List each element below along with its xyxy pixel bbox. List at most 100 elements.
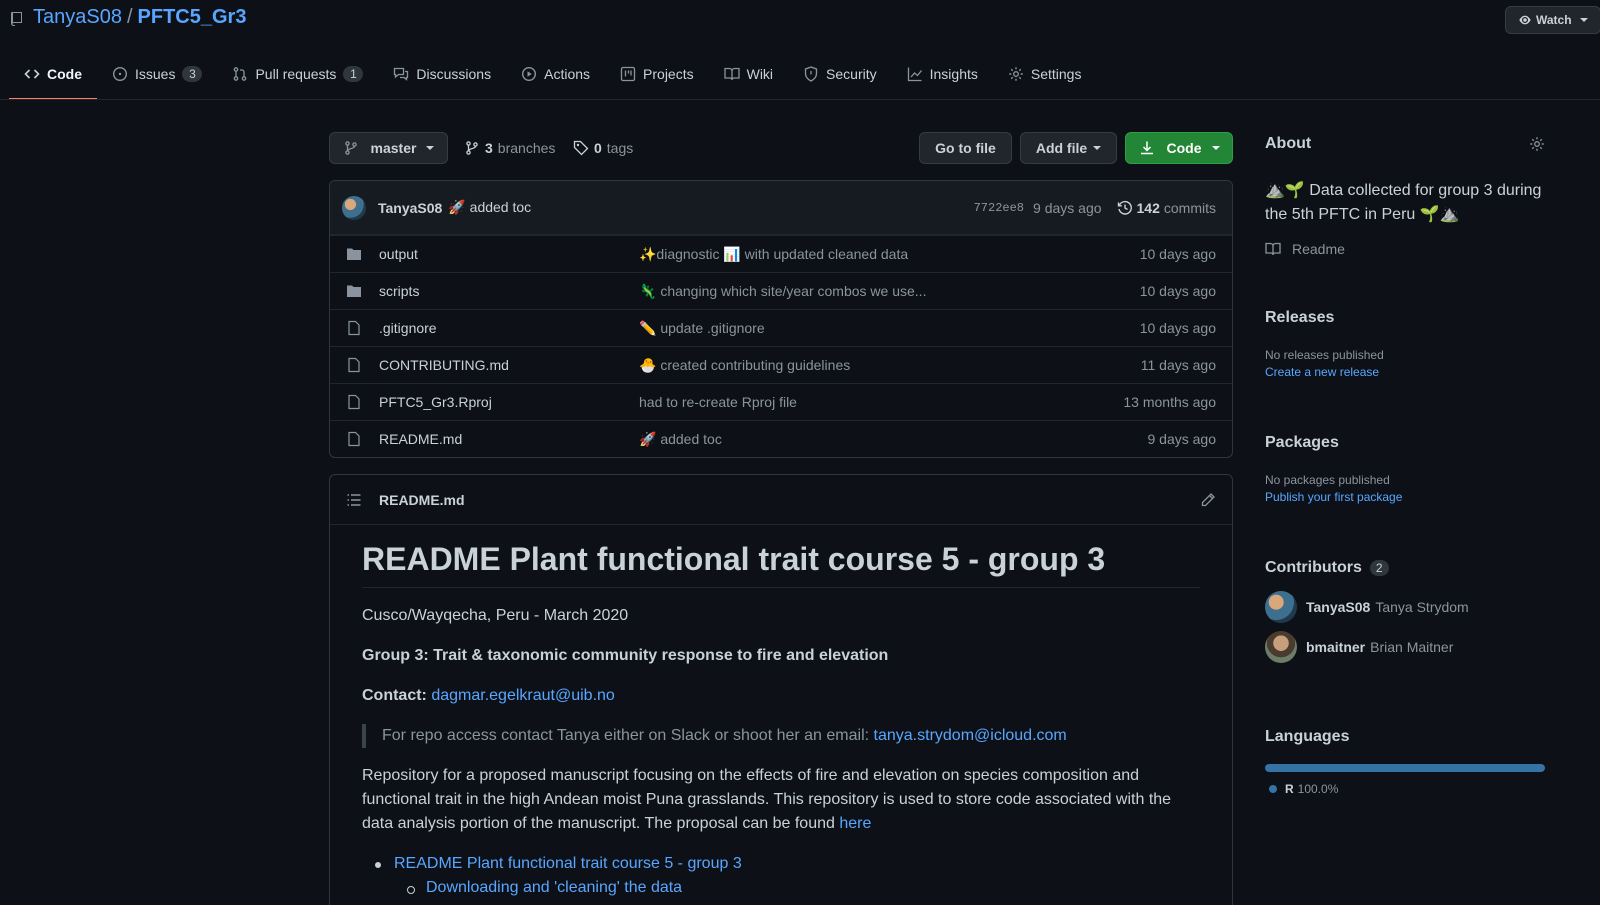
sidebar-divider bbox=[1265, 700, 1545, 701]
file-name-link[interactable]: README.md bbox=[379, 431, 639, 447]
contributor-login: TanyaS08 bbox=[1306, 599, 1371, 615]
repo-owner-link[interactable]: TanyaS08 bbox=[33, 6, 122, 28]
about-title: About bbox=[1265, 135, 1312, 152]
contributors-title[interactable]: Contributors bbox=[1265, 559, 1362, 577]
file-commit-message[interactable]: ✏️ update .gitignore bbox=[639, 320, 1066, 337]
file-commit-message[interactable]: had to re-create Rproj file bbox=[639, 394, 1066, 410]
file-icon bbox=[348, 357, 360, 373]
tab-wiki[interactable]: Wiki bbox=[709, 52, 788, 96]
contact-label: Contact: bbox=[362, 687, 427, 704]
file-name-link[interactable]: output bbox=[379, 246, 639, 262]
packages-title[interactable]: Packages bbox=[1265, 434, 1339, 452]
commit-sha-link[interactable]: 7722ee8 bbox=[974, 201, 1024, 215]
branches-label: branches bbox=[497, 140, 556, 156]
commits-label: commits bbox=[1163, 199, 1216, 216]
language-color-dot bbox=[1269, 785, 1277, 793]
issue-icon bbox=[112, 66, 128, 82]
list-item: Downloading and 'cleaning' the data bbox=[362, 876, 1200, 900]
book-icon bbox=[723, 67, 740, 81]
proposal-link[interactable]: here bbox=[839, 815, 871, 832]
contributor-item[interactable]: TanyaS08 Tanya Strydom bbox=[1265, 591, 1545, 623]
file-commit-message[interactable]: 🚀 added toc bbox=[639, 431, 1066, 448]
file-icon bbox=[348, 394, 360, 410]
pencil-icon[interactable] bbox=[1200, 492, 1216, 508]
table-row[interactable]: .gitignore ✏️ update .gitignore 10 days … bbox=[330, 309, 1232, 346]
avatar[interactable] bbox=[342, 195, 366, 220]
about-description: ⛰️🌱 Data collected for group 3 during th… bbox=[1265, 182, 1542, 223]
commit-author-link[interactable]: TanyaS08 bbox=[378, 200, 442, 216]
description-text: Repository for a proposed manuscript foc… bbox=[362, 767, 1172, 832]
tags-label: tags bbox=[606, 140, 634, 156]
toc-link[interactable]: README Plant functional trait course 5 -… bbox=[394, 855, 742, 872]
file-name-link[interactable]: PFTC5_Gr3.Rproj bbox=[379, 394, 639, 410]
tags-link[interactable]: 0 tags bbox=[573, 140, 633, 156]
eye-icon bbox=[1519, 15, 1531, 25]
list-icon[interactable] bbox=[346, 492, 362, 508]
contributors-count-badge: 2 bbox=[1369, 560, 1389, 576]
file-name-link[interactable]: CONTRIBUTING.md bbox=[379, 357, 639, 373]
watch-button[interactable]: Watch bbox=[1505, 6, 1600, 34]
repo-header: TanyaS08/PFTC5_Gr3 Watch bbox=[0, 0, 1600, 40]
tab-label: Wiki bbox=[746, 66, 774, 82]
readme-content: README Plant functional trait course 5 -… bbox=[330, 525, 1232, 905]
file-age: 11 days ago bbox=[1140, 357, 1216, 373]
commits-history-link[interactable]: 142 commits bbox=[1117, 200, 1216, 216]
gear-icon[interactable] bbox=[1529, 136, 1545, 152]
file-commit-message[interactable]: 🦎 changing which site/year combos we use… bbox=[639, 283, 1066, 300]
branch-select-button[interactable]: master bbox=[329, 132, 448, 164]
repo-icon bbox=[11, 12, 22, 26]
sidebar-divider bbox=[1265, 531, 1545, 532]
avatar[interactable] bbox=[1265, 591, 1297, 623]
toc-link[interactable]: Downloading and 'cleaning' the data bbox=[426, 879, 682, 896]
table-row[interactable]: output ✨diagnostic 📊 with updated cleane… bbox=[330, 235, 1232, 272]
table-row[interactable]: README.md 🚀 added toc 9 days ago bbox=[330, 420, 1232, 457]
file-commit-message[interactable]: 🐣 created contributing guidelines bbox=[639, 357, 1066, 374]
file-name-link[interactable]: .gitignore bbox=[379, 320, 639, 336]
code-download-button[interactable]: Code bbox=[1125, 132, 1233, 164]
branches-count: 3 bbox=[485, 140, 493, 156]
file-name-link[interactable]: scripts bbox=[379, 283, 639, 299]
tab-security[interactable]: Security bbox=[788, 52, 892, 96]
publish-package-link[interactable]: Publish your first package bbox=[1265, 490, 1545, 504]
branches-link[interactable]: 3 branches bbox=[464, 140, 555, 156]
add-file-button[interactable]: Add file bbox=[1020, 132, 1117, 164]
readme-link[interactable]: Readme bbox=[1265, 241, 1545, 257]
tab-issues[interactable]: Issues 3 bbox=[97, 52, 217, 96]
commits-count: 142 bbox=[1136, 199, 1160, 216]
tab-pull-requests[interactable]: Pull requests 1 bbox=[217, 52, 378, 96]
releases-empty: No releases published bbox=[1265, 348, 1384, 362]
releases-title[interactable]: Releases bbox=[1265, 309, 1334, 327]
repo-name-link[interactable]: PFTC5_Gr3 bbox=[138, 6, 247, 28]
file-age: 13 months ago bbox=[1123, 394, 1216, 410]
tab-discussions[interactable]: Discussions bbox=[378, 52, 506, 96]
tab-label: Projects bbox=[643, 66, 694, 82]
tab-actions[interactable]: Actions bbox=[506, 52, 605, 96]
table-row[interactable]: PFTC5_Gr3.Rproj had to re-create Rproj f… bbox=[330, 383, 1232, 420]
avatar[interactable] bbox=[1265, 631, 1297, 663]
tags-count: 0 bbox=[594, 140, 602, 156]
sidebar-divider bbox=[1265, 406, 1545, 407]
tab-settings[interactable]: Settings bbox=[993, 52, 1097, 96]
language-bar bbox=[1265, 764, 1545, 772]
file-age: 10 days ago bbox=[1139, 283, 1216, 299]
file-commit-message[interactable]: ✨diagnostic 📊 with updated cleaned data bbox=[639, 246, 1066, 263]
contributor-item[interactable]: bmaitner Brian Maitner bbox=[1265, 631, 1545, 663]
tab-projects[interactable]: Projects bbox=[605, 52, 709, 96]
table-row[interactable]: scripts 🦎 changing which site/year combo… bbox=[330, 272, 1232, 309]
readme-group-title: Group 3: Trait & taxonomic community res… bbox=[362, 647, 889, 664]
table-row[interactable]: CONTRIBUTING.md 🐣 created contributing g… bbox=[330, 346, 1232, 383]
folder-icon bbox=[347, 285, 361, 297]
quote-email-link[interactable]: tanya.strydom@icloud.com bbox=[874, 727, 1067, 744]
contact-email-link[interactable]: dagmar.egelkraut@uib.no bbox=[431, 687, 614, 704]
create-release-link[interactable]: Create a new release bbox=[1265, 365, 1545, 379]
tab-code[interactable]: Code bbox=[9, 52, 97, 100]
tab-label: Security bbox=[826, 66, 877, 82]
chevron-down-icon bbox=[426, 146, 435, 150]
language-item[interactable]: R 100.0% bbox=[1265, 782, 1545, 796]
go-to-file-button[interactable]: Go to file bbox=[919, 132, 1012, 164]
tab-label: Discussions bbox=[416, 66, 492, 82]
project-icon bbox=[620, 66, 636, 82]
tab-insights[interactable]: Insights bbox=[892, 52, 993, 96]
sidebar-about: About ⛰️🌱 Data collected for group 3 dur… bbox=[1265, 135, 1545, 257]
commit-message-link[interactable]: 🚀 added toc bbox=[448, 199, 531, 216]
